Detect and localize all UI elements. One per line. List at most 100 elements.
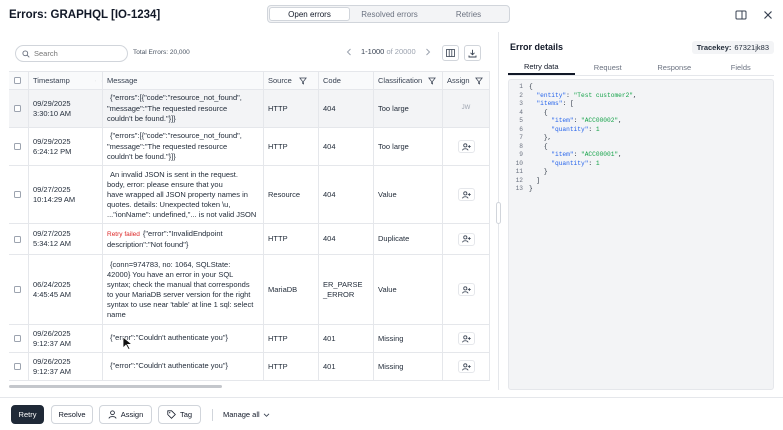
table-header: Timestamp Message Source Code Classifica… xyxy=(9,71,490,90)
line-number: 11 xyxy=(515,168,523,175)
table-body: 09/29/2025 3:30:10 AM {"errors":[{"code":… xyxy=(9,90,490,381)
columns-button[interactable] xyxy=(442,45,459,61)
filter-icon[interactable] xyxy=(298,77,307,85)
manage-all-dropdown[interactable]: Manage all xyxy=(223,410,270,419)
code-cell: ER_PARSE _ERROR xyxy=(319,255,374,324)
line-number: 13 xyxy=(515,185,523,192)
line-number: 1 xyxy=(519,83,523,90)
tab-fields[interactable]: Fields xyxy=(708,60,775,75)
chevron-right-icon[interactable] xyxy=(425,48,431,56)
tab-retry-data[interactable]: Retry data xyxy=(508,60,575,75)
horizontal-scrollbar[interactable] xyxy=(9,385,222,388)
assign-button[interactable]: Assign xyxy=(99,405,152,424)
select-all-checkbox[interactable] xyxy=(14,77,21,84)
row-checkbox[interactable] xyxy=(14,363,21,370)
line-number: 6 xyxy=(519,125,523,133)
assign-cell xyxy=(443,255,490,324)
download-button[interactable] xyxy=(464,45,481,61)
code-token: "ACC00002" xyxy=(581,117,619,124)
code-token: "entity" xyxy=(536,91,567,99)
column-classification[interactable]: Classification xyxy=(374,72,443,89)
table-row[interactable]: 09/27/2025 5:34:12 AM Retry failed {"error… xyxy=(9,224,490,255)
code-line: 5 "item": "ACC00002", xyxy=(509,117,773,126)
message-cell: {"errors":[{"code":"resource_not_found",… xyxy=(103,90,264,127)
timestamp-cell: 09/27/2025 10:14:29 AM xyxy=(29,166,103,223)
code-token: { xyxy=(529,108,548,116)
message-cell: {"errors":[{"code":"resource_not_found",… xyxy=(103,128,264,165)
code-line: 12 ] xyxy=(509,177,773,186)
table-row[interactable]: 09/29/2025 6:24:12 PM {"errors":[{"code":… xyxy=(9,128,490,166)
column-source[interactable]: Source xyxy=(264,72,319,89)
search-box[interactable] xyxy=(15,45,128,62)
line-number: 10 xyxy=(515,159,523,167)
page-title: Errors: GRAPHQL [IO-1234] xyxy=(9,9,161,21)
column-label: Assign xyxy=(447,76,470,85)
code-token: } xyxy=(529,168,548,175)
code-line: 1{ xyxy=(509,83,773,92)
table-row[interactable]: 09/26/2025 9:12:37 AM {"error":"Couldn't … xyxy=(9,325,490,353)
dropdown-label: Manage all xyxy=(223,410,260,419)
table-row[interactable]: 09/26/2025 9:12:37 AM {"error":"Couldn't … xyxy=(9,353,490,381)
row-checkbox[interactable] xyxy=(14,143,21,150)
assign-user-button[interactable] xyxy=(457,140,475,153)
row-checkbox[interactable] xyxy=(14,235,21,243)
table-row[interactable]: 09/27/2025 10:14:29 AM An invalid JSON is… xyxy=(9,166,490,224)
filter-icon[interactable] xyxy=(428,77,437,85)
filter-icon[interactable] xyxy=(474,77,483,85)
assign-user-button[interactable] xyxy=(457,232,475,246)
message-text: {"error":"Couldn't authenticate you"} xyxy=(110,361,228,371)
row-checkbox[interactable] xyxy=(14,335,21,342)
row-checkbox[interactable] xyxy=(14,286,21,293)
column-assign[interactable]: Assign xyxy=(443,72,490,89)
retry-button[interactable]: Retry xyxy=(11,405,44,424)
tag-icon xyxy=(167,410,176,419)
timestamp-cell: 09/26/2025 9:12:37 AM xyxy=(29,325,103,352)
add-user-icon xyxy=(461,142,471,151)
line-number: 7 xyxy=(519,134,523,141)
assign-user-button[interactable] xyxy=(457,360,475,373)
column-timestamp[interactable]: Timestamp xyxy=(29,72,103,89)
assignee-initials[interactable]: JW xyxy=(462,104,471,114)
tag-button[interactable]: Tag xyxy=(158,405,201,424)
row-select-cell xyxy=(9,224,29,254)
message-text: {"errors":[{"code":"resource_not_found",… xyxy=(107,93,242,123)
row-select-cell xyxy=(9,255,29,324)
row-checkbox[interactable] xyxy=(14,191,21,198)
row-select-cell xyxy=(9,353,29,380)
search-input[interactable] xyxy=(34,49,119,58)
timestamp-cell: 09/26/2025 9:12:37 AM xyxy=(29,353,103,380)
header: Errors: GRAPHQL [IO-1234] Open errors Re… xyxy=(0,0,783,30)
code-token: : [ xyxy=(562,100,574,107)
action-bar: Retry Resolve Assign Tag Manage all xyxy=(0,397,783,430)
tab-request[interactable]: Request xyxy=(575,60,642,75)
column-label: Source xyxy=(268,76,292,85)
row-checkbox[interactable] xyxy=(14,105,21,112)
tab-resolved-errors[interactable]: Resolved errors xyxy=(350,7,429,21)
code-token: "items" xyxy=(536,100,563,107)
timestamp-cell: 09/29/2025 3:30:10 AM xyxy=(29,90,103,127)
row-select-cell xyxy=(9,166,29,223)
code-token: { xyxy=(529,83,533,90)
panel-toggle-icon[interactable] xyxy=(735,9,747,21)
table-row[interactable]: 06/24/2025 4:45:45 AM {conn=974783, no: 1… xyxy=(9,255,490,325)
table-row[interactable]: 09/29/2025 3:30:10 AM {"errors":[{"code":… xyxy=(9,90,490,128)
tracekey-badge: Tracekey: 67321jk83 xyxy=(691,41,774,54)
code-editor[interactable]: 1{2 "entity": "Test customer2", 3 "items"… xyxy=(508,79,774,390)
code-token: 1 xyxy=(595,125,600,133)
filter-icon[interactable] xyxy=(94,77,96,85)
page-total: of 20000 xyxy=(386,47,416,56)
chevron-left-icon[interactable] xyxy=(346,48,352,56)
assign-user-button[interactable] xyxy=(457,188,475,201)
tab-retries[interactable]: Retries xyxy=(429,7,508,21)
tab-response[interactable]: Response xyxy=(641,60,708,75)
resize-handle[interactable] xyxy=(496,202,501,224)
assign-user-button[interactable] xyxy=(457,332,475,345)
sort-icon[interactable] xyxy=(101,77,102,85)
code-token: : xyxy=(573,117,581,124)
assign-user-button[interactable] xyxy=(457,283,475,296)
code-token: , xyxy=(618,117,622,124)
tab-open-errors[interactable]: Open errors xyxy=(269,7,350,21)
resolve-button[interactable]: Resolve xyxy=(51,405,93,424)
close-icon[interactable] xyxy=(762,9,774,21)
